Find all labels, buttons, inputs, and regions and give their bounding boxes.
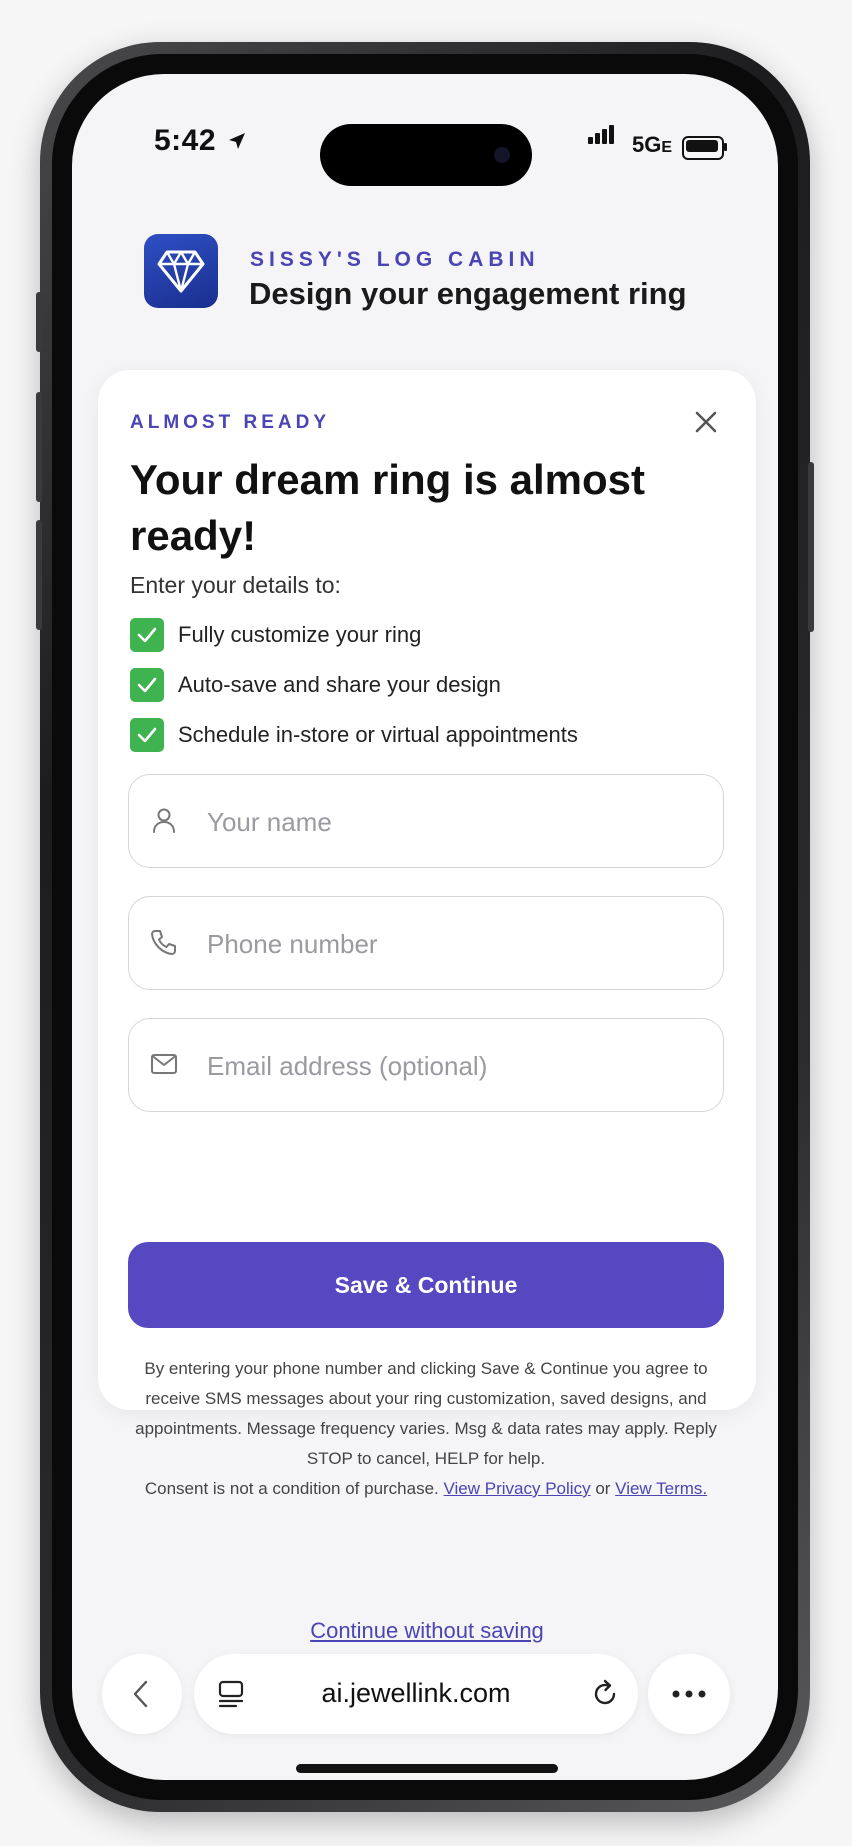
network-type: 5GE bbox=[632, 132, 673, 157]
page-title: Design your engagement ring bbox=[249, 276, 687, 311]
more-horizontal-icon bbox=[672, 1690, 706, 1698]
app-header: SISSY'S LOG CABIN Design your engagement… bbox=[72, 234, 778, 314]
consent-text: Consent is not a condition of purchase. bbox=[144, 1479, 439, 1498]
legal-disclaimer: By entering your phone number and clicki… bbox=[128, 1354, 724, 1504]
address-bar[interactable]: ai.jewellink.com bbox=[194, 1654, 638, 1734]
consent-line: Consent is not a condition of purchase. … bbox=[128, 1474, 724, 1504]
dynamic-island bbox=[320, 124, 532, 186]
back-button[interactable] bbox=[102, 1654, 182, 1734]
continue-without-saving-link[interactable]: Continue without saving bbox=[98, 1618, 756, 1644]
mail-icon bbox=[151, 1054, 177, 1074]
signup-modal: ALMOST READY Your dream ring is almost r… bbox=[98, 370, 756, 1643]
clock: 5:42 bbox=[154, 124, 247, 158]
email-input[interactable] bbox=[205, 1041, 709, 1091]
sms-consent-text: By entering your phone number and clicki… bbox=[135, 1359, 717, 1468]
benefit-text: Schedule in-store or virtual appointment… bbox=[178, 722, 578, 747]
app-logo bbox=[144, 234, 218, 308]
checkbox-checked-icon bbox=[130, 618, 164, 652]
action-button bbox=[36, 292, 42, 352]
power-button bbox=[808, 462, 814, 632]
benefit-text: Auto-save and share your design bbox=[178, 672, 501, 697]
brand-name: SISSY'S LOG CABIN bbox=[250, 248, 540, 271]
modal-title: Your dream ring is almost ready! bbox=[130, 456, 646, 559]
close-button[interactable] bbox=[690, 406, 722, 438]
checkbox-checked-icon bbox=[130, 668, 164, 702]
home-indicator[interactable] bbox=[296, 1764, 558, 1773]
battery-icon bbox=[682, 136, 724, 160]
phone-icon bbox=[151, 930, 176, 955]
location-arrow-icon bbox=[228, 133, 245, 149]
diamond-icon bbox=[157, 250, 205, 293]
checkbox-checked-icon bbox=[130, 718, 164, 752]
volume-up-button bbox=[36, 392, 42, 502]
close-icon bbox=[695, 411, 717, 433]
modal-intro: Enter your details to: bbox=[130, 572, 341, 598]
save-continue-button[interactable]: Save & Continue bbox=[128, 1242, 724, 1328]
user-icon bbox=[153, 808, 175, 833]
screen: 5:42 5GE SISSY'S LOG CABIN Design your e… bbox=[72, 74, 778, 1780]
name-field[interactable] bbox=[128, 774, 724, 868]
phone-input[interactable] bbox=[205, 919, 709, 969]
battery-tip bbox=[724, 143, 727, 151]
email-field[interactable] bbox=[128, 1018, 724, 1112]
reload-icon[interactable] bbox=[590, 1678, 620, 1710]
volume-down-button bbox=[36, 520, 42, 630]
status-bar: 5:42 5GE bbox=[72, 74, 778, 186]
phone-field[interactable] bbox=[128, 896, 724, 990]
terms-link[interactable]: View Terms. bbox=[615, 1479, 707, 1498]
privacy-policy-link[interactable]: View Privacy Policy bbox=[444, 1479, 591, 1498]
more-button[interactable] bbox=[648, 1654, 730, 1734]
camera-icon bbox=[494, 147, 510, 163]
phone-frame: 5:42 5GE SISSY'S LOG CABIN Design your e… bbox=[36, 42, 814, 1812]
name-input[interactable] bbox=[205, 797, 709, 847]
url-text: ai.jewellink.com bbox=[321, 1678, 511, 1708]
or-text: or bbox=[595, 1479, 611, 1498]
modal-eyebrow: ALMOST READY bbox=[130, 412, 330, 433]
chevron-left-icon bbox=[133, 1680, 148, 1708]
benefit-text: Fully customize your ring bbox=[178, 622, 422, 647]
